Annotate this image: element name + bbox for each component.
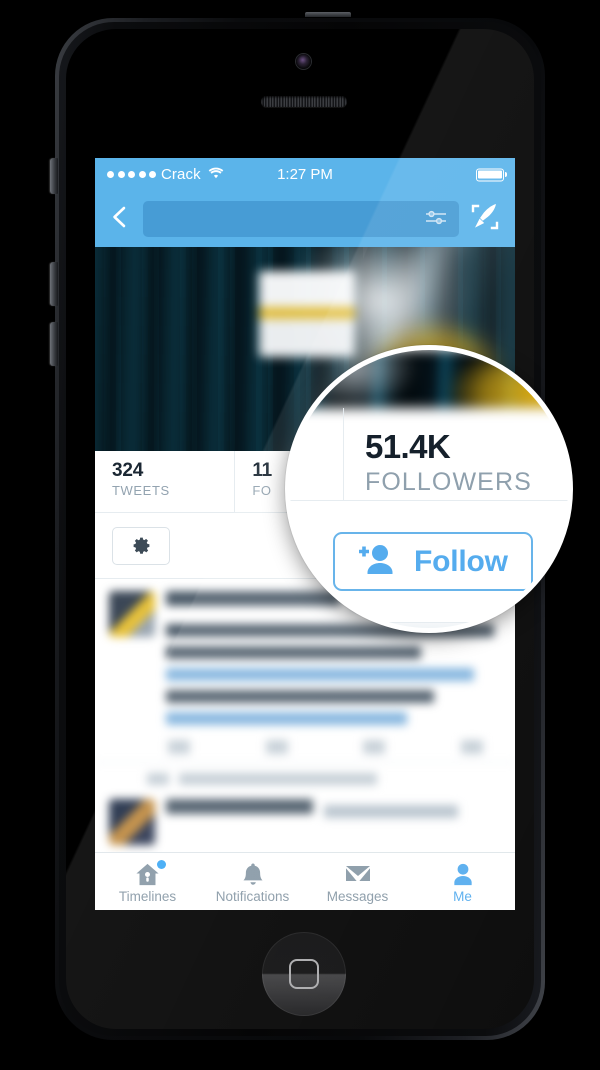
avatar <box>109 591 155 637</box>
tweet-link-line <box>166 668 475 681</box>
status-bar-left: Crack <box>95 166 224 183</box>
magnified-row-divider <box>290 500 568 501</box>
retweet-icon[interactable] <box>265 740 288 754</box>
tab-label: Notifications <box>215 888 290 904</box>
magnified-banner <box>290 350 568 408</box>
tweet-author-handle <box>323 804 458 818</box>
tweet-link-line <box>166 712 408 725</box>
magnified-followers-stat[interactable]: 51.4K FOLLOWERS <box>365 428 532 497</box>
retweet-header <box>95 763 515 787</box>
magnified-stat-divider <box>343 408 344 500</box>
retweet-context <box>95 763 515 853</box>
banner-card-shape <box>259 271 355 357</box>
earpiece-speaker <box>261 96 347 107</box>
carrier-label: Crack <box>161 166 201 183</box>
avatar <box>109 799 155 845</box>
notification-badge-dot <box>156 859 166 869</box>
share-icon[interactable] <box>460 740 483 754</box>
tweet-text-line <box>166 690 434 703</box>
sliders-filter-icon[interactable] <box>423 207 449 232</box>
tweet-text-line <box>166 646 421 659</box>
person-icon <box>451 860 475 887</box>
tab-messages[interactable]: Messages <box>305 860 410 904</box>
gear-icon[interactable] <box>112 526 170 565</box>
retweet-icon <box>147 773 169 785</box>
tweet-author-name <box>166 799 314 814</box>
screenshot-stage: Crack 1:27 PM 324 TWEETS 11 FO Timelines… <box>0 0 600 1070</box>
tab-me[interactable]: Me <box>410 860 515 904</box>
tweet-body <box>166 799 501 845</box>
stat-tweets[interactable]: 324 TWEETS <box>95 451 236 512</box>
back-chevron-icon[interactable] <box>107 204 133 235</box>
tab-label: Me <box>453 888 472 904</box>
favorite-icon[interactable] <box>363 740 386 754</box>
home-square-icon <box>289 959 319 989</box>
followers-count: 51.4K <box>365 428 451 465</box>
tab-timelines[interactable]: Timelines <box>95 859 200 904</box>
tweet-action-row <box>166 734 501 754</box>
tab-label: Messages <box>326 888 389 904</box>
tweet-item[interactable] <box>95 787 515 853</box>
follow-button[interactable]: Follow <box>333 532 533 591</box>
status-bar: Crack 1:27 PM <box>95 158 515 191</box>
front-camera-icon <box>296 54 311 69</box>
stat-label: TWEETS <box>112 483 170 498</box>
follow-button-label: Follow <box>414 544 508 578</box>
person-add-icon <box>352 542 396 581</box>
bell-icon <box>241 860 265 887</box>
envelope-icon <box>344 860 372 887</box>
search-input[interactable] <box>143 201 459 237</box>
reply-icon[interactable] <box>168 740 190 754</box>
wifi-icon <box>208 166 224 183</box>
tweet-author-name <box>166 591 341 606</box>
retweet-label <box>179 773 378 785</box>
magnifier-callout: 51.4K FOLLOWERS Follow <box>285 345 573 633</box>
stat-value: 324 <box>112 460 144 481</box>
mute-switch[interactable] <box>50 158 58 194</box>
volume-down-button[interactable] <box>50 322 58 366</box>
followers-label: FOLLOWERS <box>365 468 532 496</box>
volume-up-button[interactable] <box>50 262 58 306</box>
battery-full-icon <box>476 168 504 181</box>
tab-label: Timelines <box>118 888 177 904</box>
home-button[interactable] <box>262 932 346 1016</box>
compose-quill-icon[interactable] <box>469 202 503 237</box>
nav-bar <box>95 191 515 247</box>
tab-notifications[interactable]: Notifications <box>200 860 305 904</box>
bottom-tab-bar: Timelines Notifications Messages Me <box>95 852 515 910</box>
signal-strength-icon <box>107 171 156 178</box>
